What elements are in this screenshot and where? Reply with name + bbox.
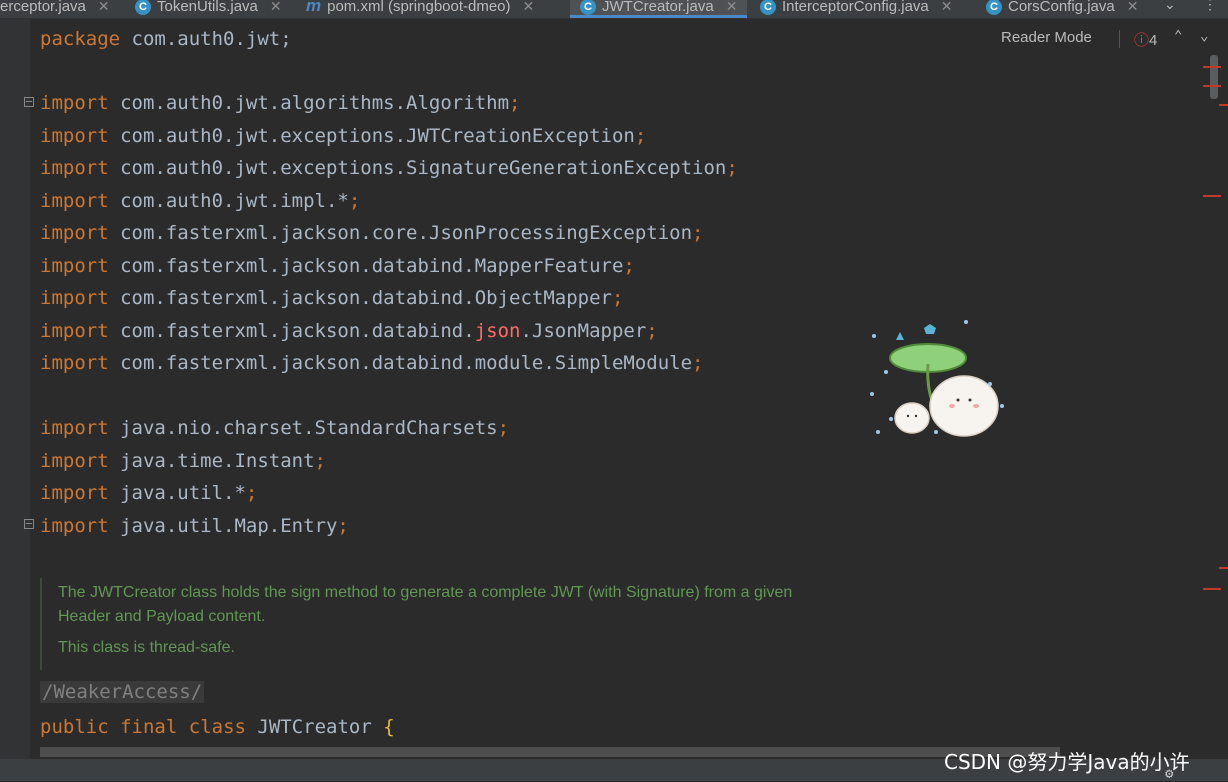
chevron-up-icon[interactable]: ⌃ (1174, 28, 1182, 44)
suppress-warnings-inlay: /WeakerAccess/ (40, 681, 205, 703)
code-line-import: import com.fasterxml.jackson.databind.js… (40, 320, 658, 342)
code-line-import: import com.fasterxml.jackson.databind.mo… (40, 352, 704, 374)
error-stripe-mark[interactable] (1203, 588, 1221, 590)
java-class-icon: C (135, 0, 151, 16)
code-line-package: package com.auth0.jwt; (40, 28, 292, 50)
close-icon[interactable]: ✕ (1127, 0, 1139, 14)
tab-label: pom.xml (springboot-dmeo) (327, 0, 511, 15)
error-stripe-mark[interactable] (1219, 104, 1228, 106)
more-options-icon[interactable]: ⋮ (1203, 0, 1217, 13)
code-line-import: import com.fasterxml.jackson.core.JsonPr… (40, 222, 704, 244)
error-icon: ⓘ (1134, 32, 1150, 49)
code-line-import: import java.time.Instant; (40, 450, 326, 472)
chevron-down-icon[interactable]: ⌄ (1164, 0, 1176, 13)
tab-corsconfig[interactable]: C CorsConfig.java ✕ (986, 0, 1138, 18)
tab-interceptorconfig[interactable]: C InterceptorConfig.java ✕ (760, 0, 952, 18)
close-icon[interactable]: ✕ (941, 0, 953, 14)
watermark: CSDN @努力学Java的小许 (944, 750, 1190, 774)
tab-interceptor[interactable]: erceptor.java ✕ (0, 0, 110, 18)
close-icon[interactable]: ✕ (98, 0, 110, 14)
close-icon[interactable]: ✕ (523, 0, 535, 14)
code-line-import: import java.util.Map.Entry; (40, 515, 349, 537)
reader-mode-toggle[interactable]: Reader Mode (1001, 29, 1092, 46)
java-class-icon: C (580, 0, 596, 16)
chevron-down-icon[interactable]: ⌄ (1200, 28, 1208, 44)
tab-label: InterceptorConfig.java (782, 0, 929, 15)
error-stripe-mark[interactable] (1219, 567, 1228, 569)
tab-label: JWTCreator.java (602, 0, 714, 15)
close-icon[interactable]: ✕ (270, 0, 282, 14)
code-line-import: import com.auth0.jwt.impl.*; (40, 190, 361, 212)
code-line-import: import java.util.*; (40, 482, 258, 504)
java-class-icon: C (760, 0, 776, 16)
code-line-import: import com.auth0.jwt.algorithms.Algorith… (40, 92, 521, 114)
editor-tab-bar: erceptor.java ✕ C TokenUtils.java ✕ m pom.xm… (0, 0, 1228, 19)
tab-jwtcreator[interactable]: C JWTCreator.java ✕ (570, 0, 748, 18)
horizontal-scrollbar[interactable] (40, 747, 1060, 757)
error-stripe-mark[interactable] (1203, 66, 1221, 68)
gear-icon[interactable]: ⚙ (1165, 766, 1173, 782)
doc-comment: The JWTCreator class holds the sign meth… (40, 578, 862, 670)
maven-icon: m (306, 0, 322, 15)
close-icon[interactable]: ✕ (726, 0, 738, 14)
editor-gutter (0, 19, 30, 759)
doc-text: This class is thread-safe. (58, 639, 235, 656)
tab-label: CorsConfig.java (1008, 0, 1115, 15)
error-stripe-mark[interactable] (1203, 195, 1221, 197)
tab-tokenutils[interactable]: C TokenUtils.java ✕ (135, 0, 282, 18)
code-line-class-decl: public final class JWTCreator { (40, 716, 395, 738)
code-line-import: import com.fasterxml.jackson.databind.Ma… (40, 255, 635, 277)
tab-label: TokenUtils.java (157, 0, 258, 15)
divider (1119, 30, 1120, 48)
code-line-import: import com.auth0.jwt.exceptions.JWTCreat… (40, 125, 647, 147)
vertical-scrollbar[interactable] (1210, 55, 1218, 99)
error-stripe-mark[interactable] (1203, 85, 1221, 87)
doc-text: Header and Payload content. (58, 608, 266, 625)
code-line-import: import com.fasterxml.jackson.databind.Ob… (40, 287, 624, 309)
tab-label: erceptor.java (0, 0, 86, 15)
code-line-import: import java.nio.charset.StandardCharsets… (40, 417, 510, 439)
doc-text: The JWTCreator class holds the sign meth… (58, 584, 793, 601)
error-indicator[interactable]: ⓘ4 (1134, 29, 1157, 50)
code-line-import: import com.auth0.jwt.exceptions.Signatur… (40, 157, 738, 179)
java-class-icon: C (986, 0, 1002, 16)
fold-icon[interactable] (24, 519, 34, 529)
cute-sticker-image (870, 320, 1004, 437)
fold-icon[interactable] (24, 97, 34, 107)
error-count: 4 (1149, 32, 1158, 49)
tab-pom[interactable]: m pom.xml (springboot-dmeo) ✕ (306, 0, 534, 18)
